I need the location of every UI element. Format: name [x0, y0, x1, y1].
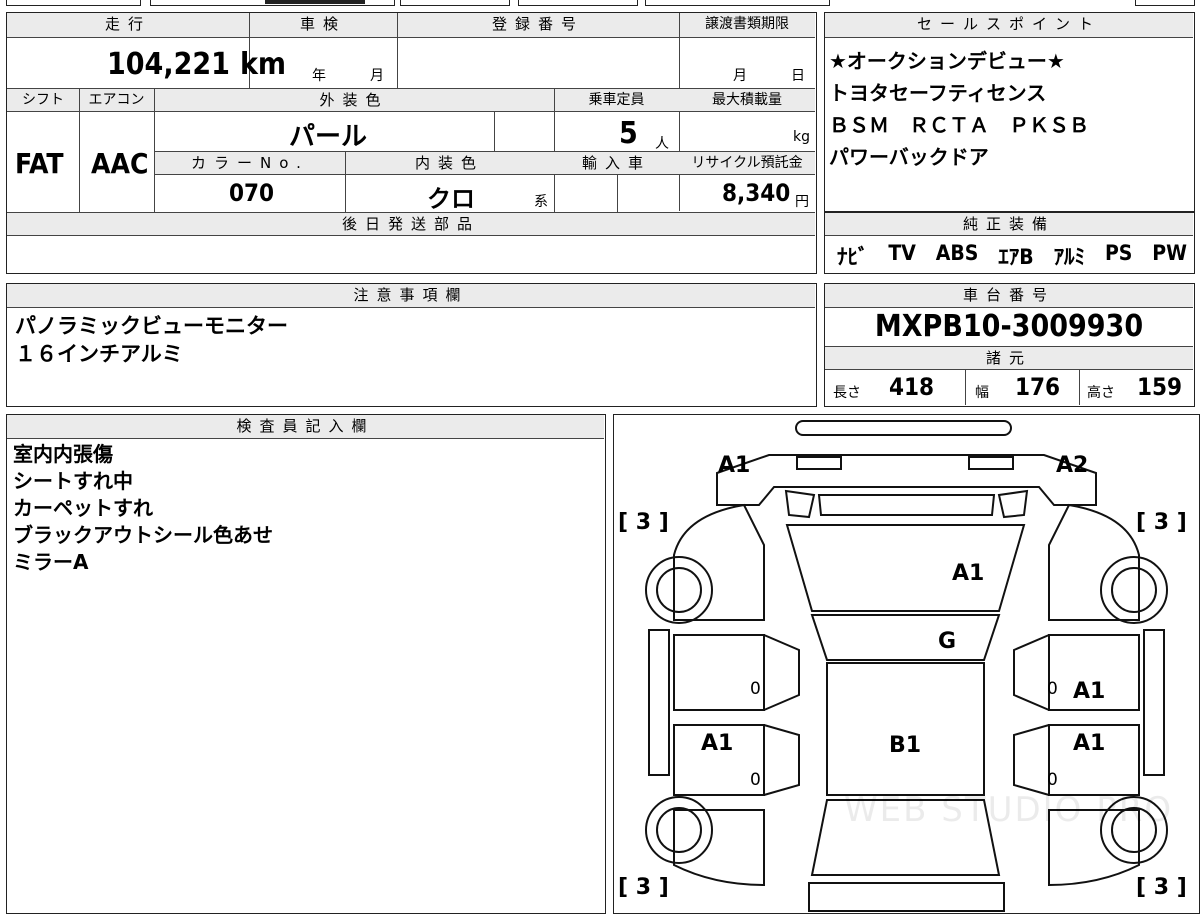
later-parts-header: 後日発送部品: [7, 213, 815, 235]
tire-condition-front-left: [ 3 ]: [618, 510, 669, 535]
zero-mark: 0: [1047, 679, 1058, 699]
width-value: 176: [1015, 373, 1061, 401]
length-label: 長さ: [833, 385, 861, 401]
equipment-list: ﾅﾋﾞ TV ABS ｴｱB ｱﾙﾐ PS PW: [837, 241, 1187, 271]
zero-mark: 0: [750, 770, 761, 790]
color-no-value: 070: [229, 179, 275, 207]
height-label: 高さ: [1087, 385, 1115, 401]
interior-suffix: 系: [534, 194, 548, 210]
tire-condition-rear-right: [ 3 ]: [1136, 875, 1187, 900]
sales-point-line: パワーバックドア: [829, 145, 989, 169]
notes-header: 注意事項欄: [7, 284, 815, 307]
sales-point-line: ★オークションデビュー★: [829, 49, 1065, 73]
capacity-header: 乗車定員: [554, 89, 679, 111]
chassis-header: 車台番号: [825, 284, 1193, 307]
damage-mark: A1: [1073, 731, 1106, 756]
height-value: 159: [1137, 373, 1183, 401]
damage-mark: A2: [1056, 453, 1089, 478]
width-label: 幅: [975, 385, 989, 401]
inspector-line: カーペットすれ: [13, 496, 153, 520]
equipment-item: ｱﾙﾐ: [1053, 245, 1086, 269]
equipment-box: 純正装備 ﾅﾋﾞ TV ABS ｴｱB ｱﾙﾐ PS PW: [824, 212, 1195, 274]
mileage-unit: km: [239, 47, 287, 82]
equipment-header: 純正装備: [825, 213, 1193, 235]
exterior-value: パール: [289, 122, 368, 152]
watermark: WEB STUDIO PRO: [844, 790, 1174, 830]
capacity-unit: 人: [655, 136, 669, 152]
tire-condition-rear-left: [ 3 ]: [618, 875, 669, 900]
equipment-item: ﾅﾋﾞ: [837, 245, 869, 269]
sales-point-line: トヨタセーフティセンス: [829, 81, 1047, 105]
sales-points-box: セールスポイント ★オークションデビュー★ トヨタセーフティセンス ＢＳＭ ＲＣ…: [824, 12, 1195, 212]
inspector-box: 検査員記入欄 室内内張傷 シートすれ中 カーペットすれ ブラックアウトシール色あ…: [6, 414, 606, 914]
recycle-value: 8,340: [722, 179, 791, 207]
import-header: 輸入車: [554, 152, 679, 174]
spec-header: 諸元: [825, 347, 1193, 369]
damage-mark: A1: [718, 453, 751, 478]
notes-line: パノラミックビューモニター: [15, 314, 288, 338]
chassis-number: MXPB10-3009930: [874, 309, 1144, 344]
sales-point-line: ＢＳＭ ＲＣＴＡ ＰＫＳＢ: [829, 113, 1089, 137]
tire-condition-front-right: [ 3 ]: [1136, 510, 1187, 535]
shift-header: シフト: [7, 89, 79, 111]
inspection-year: 年: [312, 68, 326, 84]
damage-mark: A1: [952, 561, 985, 586]
mileage-header: 走行: [7, 13, 249, 37]
equipment-item: PW: [1152, 241, 1187, 265]
transfer-header: 譲渡書類期限: [679, 13, 815, 37]
exterior-header: 外装色: [154, 89, 554, 111]
inspector-line: ブラックアウトシール色あせ: [13, 523, 273, 547]
equipment-item: PS: [1104, 241, 1133, 265]
capacity-value: 5: [619, 116, 638, 151]
notes-line: １６インチアルミ: [15, 342, 183, 366]
max-load-header: 最大積載量: [679, 89, 815, 111]
car-diagram: WEB STUDIO PRO [ 3 ] [ 3 ] [ 3 ] [ 3 ] A…: [613, 414, 1200, 914]
mileage-value: 104,221 km: [107, 47, 287, 82]
chassis-box: 車台番号 MXPB10-3009930 諸元 長さ 418 幅 176 高さ 1…: [824, 283, 1195, 407]
damage-mark: A1: [1073, 679, 1106, 704]
ac-value: AAC: [91, 147, 149, 180]
zero-mark: 0: [750, 679, 761, 699]
equipment-item: ｴｱB: [998, 245, 1034, 269]
recycle-unit: 円: [795, 194, 809, 210]
damage-mark: G: [938, 629, 957, 654]
registration-header: 登録番号: [397, 13, 679, 37]
shift-value: FAT: [15, 147, 64, 180]
ac-header: エアコン: [79, 89, 154, 111]
damage-mark: A1: [701, 731, 734, 756]
color-no-header: カラーNo.: [155, 152, 345, 174]
interior-value: クロ: [427, 185, 475, 213]
inspector-header: 検査員記入欄: [7, 415, 604, 438]
car-outline-icon: [645, 420, 1168, 912]
recycle-header: リサイクル預託金: [679, 152, 815, 174]
length-value: 418: [889, 373, 935, 401]
inspector-line: 室内内張傷: [13, 442, 113, 466]
inspector-line: ミラーA: [13, 550, 89, 574]
inspection-header: 車検: [249, 13, 397, 37]
spec-table: 走行 車検 登録番号 譲渡書類期限 104,221 km 年 月 月 日 シフト …: [6, 12, 817, 274]
notes-box: 注意事項欄 パノラミックビューモニター １６インチアルミ: [6, 283, 817, 407]
equipment-item: TV: [888, 241, 916, 265]
transfer-day: 日: [791, 68, 805, 84]
max-load-unit: kg: [793, 129, 810, 145]
damage-mark: B1: [889, 733, 922, 758]
transfer-month: 月: [733, 68, 747, 84]
interior-header: 内装色: [345, 152, 554, 174]
top-strip: [0, 0, 1200, 8]
equipment-item: ABS: [935, 241, 979, 265]
sales-points-header: セールスポイント: [825, 13, 1193, 37]
inspector-line: シートすれ中: [13, 469, 133, 493]
inspection-month: 月: [370, 68, 384, 84]
zero-mark: 0: [1047, 770, 1058, 790]
